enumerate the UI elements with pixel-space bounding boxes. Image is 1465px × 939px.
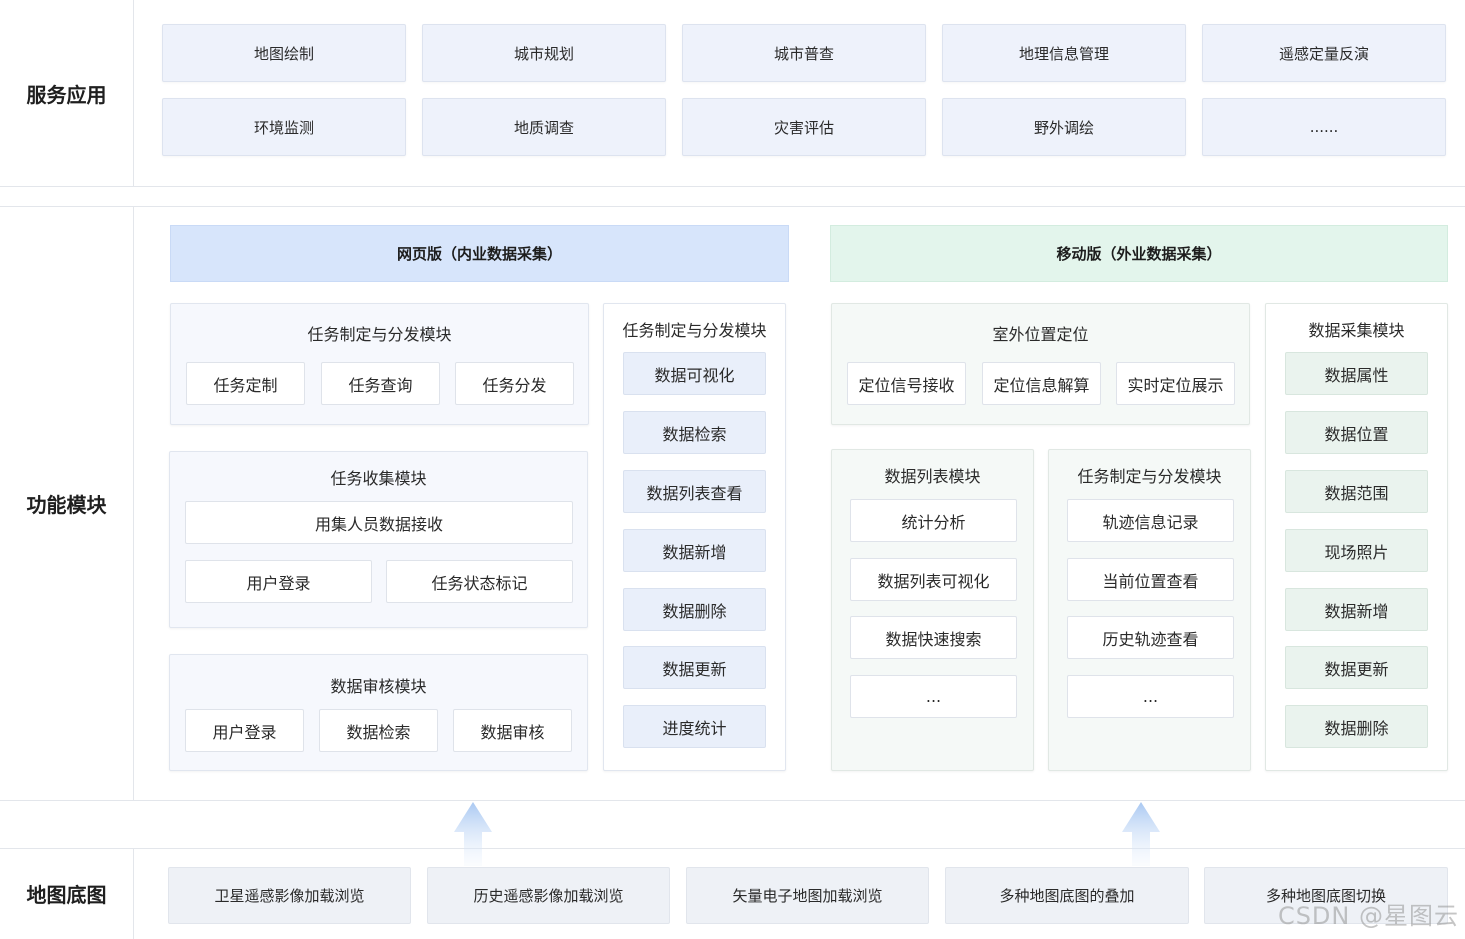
module-item: 数据列表查看: [623, 470, 766, 513]
divider: [0, 206, 1465, 207]
basemap-box: 矢量电子地图加载浏览: [686, 867, 929, 924]
service-box: 城市普查: [682, 24, 926, 82]
module-item: 数据快速搜索: [850, 616, 1017, 659]
mobile-task-track-panel: 任务制定与分发模块 轨迹信息记录 当前位置查看 历史轨迹查看 ...: [1048, 449, 1251, 771]
panel-title: 任务制定与分发模块: [622, 321, 767, 340]
module-item: 现场照片: [1285, 529, 1428, 572]
module-item: 任务查询: [321, 362, 440, 405]
service-box: 灾害评估: [682, 98, 926, 156]
module-item: 定位信号接收: [847, 362, 966, 405]
watermark: CSDN @星图云: [1277, 902, 1459, 930]
divider: [0, 186, 1465, 187]
up-arrow-icon: [454, 802, 492, 866]
web-version-header: 网页版（内业数据采集）: [170, 225, 789, 282]
module-item: 进度统计: [623, 705, 766, 748]
web-data-side-panel: 任务制定与分发模块 数据可视化 数据检索 数据列表查看 数据新增 数据删除 数据…: [603, 303, 786, 771]
module-item: 统计分析: [850, 499, 1017, 542]
divider: [0, 848, 1465, 849]
mobile-data-list-panel: 数据列表模块 统计分析 数据列表可视化 数据快速搜索 ...: [831, 449, 1034, 771]
service-box: 城市规划: [422, 24, 666, 82]
web-task-collect-panel: 任务收集模块 用集人员数据接收 用户登录 任务状态标记: [169, 451, 588, 628]
module-item: 用户登录: [185, 560, 372, 603]
row-label-function: 功能模块: [26, 492, 107, 517]
web-task-dispatch-panel: 任务制定与分发模块 任务定制 任务查询 任务分发: [170, 303, 589, 425]
module-item: 用集人员数据接收: [185, 501, 573, 544]
module-item: 数据审核: [453, 709, 572, 752]
panel-title: 数据列表模块: [884, 467, 981, 486]
row-label-basemap: 地图底图: [26, 883, 107, 907]
module-item: 数据更新: [623, 646, 766, 689]
up-arrow-icon: [1122, 802, 1160, 866]
service-box: 环境监测: [162, 98, 406, 156]
divider: [133, 0, 134, 186]
module-item: 轨迹信息记录: [1067, 499, 1234, 542]
basemap-box: 卫星遥感影像加载浏览: [168, 867, 411, 924]
module-item: 数据删除: [1285, 705, 1428, 748]
module-item: 数据新增: [1285, 588, 1428, 631]
module-item: 数据范围: [1285, 470, 1428, 513]
service-box: 地图绘制: [162, 24, 406, 82]
module-item: 数据更新: [1285, 646, 1428, 689]
service-box: 地质调查: [422, 98, 666, 156]
module-item: 任务分发: [455, 362, 574, 405]
mobile-collect-panel: 数据采集模块 数据属性 数据位置 数据范围 现场照片 数据新增 数据更新 数据删…: [1265, 303, 1448, 771]
module-item: ...: [850, 675, 1017, 718]
module-item: 数据删除: [623, 588, 766, 631]
module-item: 定位信息解算: [982, 362, 1101, 405]
module-item: 数据检索: [319, 709, 438, 752]
panel-title: 数据审核模块: [330, 677, 427, 696]
module-item: 数据可视化: [623, 352, 766, 395]
module-item: 当前位置查看: [1067, 558, 1234, 601]
panel-title: 数据采集模块: [1308, 321, 1405, 340]
panel-title: 室外位置定位: [992, 325, 1089, 344]
mobile-positioning-panel: 室外位置定位 定位信号接收 定位信息解算 实时定位展示: [831, 303, 1250, 425]
service-box: ......: [1202, 98, 1446, 156]
module-item: 任务状态标记: [386, 560, 573, 603]
panel-title: 任务制定与分发模块: [307, 325, 452, 344]
basemap-box: 历史遥感影像加载浏览: [427, 867, 670, 924]
module-item: 数据新增: [623, 529, 766, 572]
module-item: 数据检索: [623, 411, 766, 454]
divider: [133, 206, 134, 800]
divider: [0, 800, 1465, 801]
module-item: 任务定制: [186, 362, 305, 405]
service-box: 遥感定量反演: [1202, 24, 1446, 82]
module-item: ...: [1067, 675, 1234, 718]
row-label-service: 服务应用: [26, 82, 107, 107]
module-item: 历史轨迹查看: [1067, 616, 1234, 659]
module-item: 数据位置: [1285, 411, 1428, 454]
panel-title: 任务收集模块: [330, 469, 427, 488]
module-item: 数据属性: [1285, 352, 1428, 395]
mobile-version-header: 移动版（外业数据采集）: [830, 225, 1448, 282]
service-box: 野外调绘: [942, 98, 1186, 156]
module-item: 用户登录: [185, 709, 304, 752]
web-data-review-panel: 数据审核模块 用户登录 数据检索 数据审核: [169, 654, 588, 771]
panel-title: 任务制定与分发模块: [1077, 467, 1222, 486]
basemap-box: 多种地图底图的叠加: [945, 867, 1189, 924]
divider: [133, 848, 134, 939]
module-item: 实时定位展示: [1116, 362, 1235, 405]
module-item: 数据列表可视化: [850, 558, 1017, 601]
service-box: 地理信息管理: [942, 24, 1186, 82]
